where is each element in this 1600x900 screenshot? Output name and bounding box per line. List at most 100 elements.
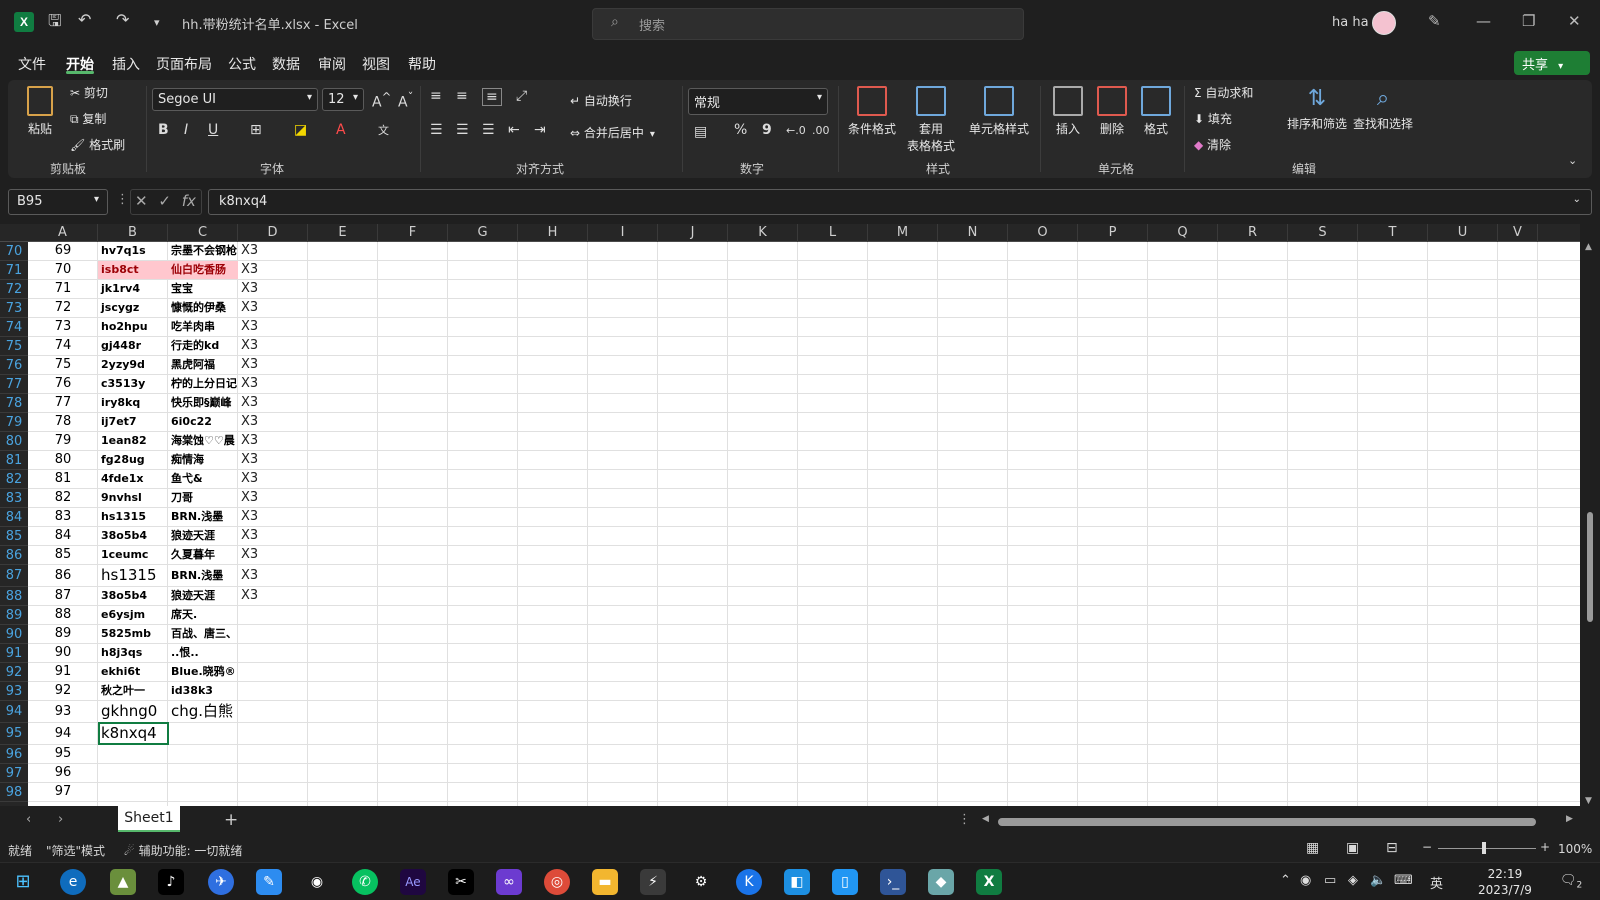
cell[interactable]: BRN.浅墨	[168, 508, 238, 526]
pen-icon[interactable]: ✎	[1428, 12, 1441, 30]
cell[interactable]: 85	[28, 546, 98, 564]
align-bottom-icon[interactable]: ≡	[482, 88, 502, 106]
tab-review[interactable]: 审阅	[318, 54, 346, 74]
cell[interactable]: 4fde1x	[98, 470, 168, 488]
save-icon[interactable]: 🖫	[48, 10, 62, 37]
windows-start-icon[interactable]: ⊞	[10, 869, 36, 895]
cell[interactable]: X3	[238, 299, 308, 317]
row-header[interactable]: 72	[0, 280, 28, 299]
cell[interactable]: 宗墨不会钢枪	[168, 242, 238, 260]
insert-function-button[interactable]: fx	[182, 192, 196, 210]
cell[interactable]	[168, 723, 238, 744]
cell[interactable]: 久夏暮年	[168, 546, 238, 564]
align-center-icon[interactable]: ☰	[456, 122, 469, 138]
row-header[interactable]: 87	[0, 565, 28, 587]
cell[interactable]: 92	[28, 682, 98, 700]
column-header-u[interactable]: U	[1428, 224, 1498, 242]
cell[interactable]: 柠的上分日记	[168, 375, 238, 393]
cell[interactable]: fg28ug	[98, 451, 168, 469]
borders-icon[interactable]: ⊞	[250, 122, 262, 138]
zoom-out-icon[interactable]: −	[1422, 840, 1432, 854]
undo-icon[interactable]: ↶	[78, 10, 91, 29]
cell[interactable]: e6ysjm	[98, 606, 168, 624]
page-break-view-icon[interactable]: ⊟	[1386, 840, 1398, 856]
cell[interactable]	[238, 663, 308, 681]
row-header[interactable]: 85	[0, 527, 28, 546]
zoom-level[interactable]: 100%	[1558, 842, 1592, 856]
cell[interactable]: 73	[28, 318, 98, 336]
cell[interactable]: c3513y	[98, 375, 168, 393]
cell[interactable]	[98, 764, 168, 782]
status-accessibility[interactable]: ☄ 辅助功能: 一切就绪	[124, 842, 242, 859]
increase-font-icon[interactable]: A^	[372, 90, 391, 111]
insert-cells-button[interactable]: 插入	[1048, 86, 1088, 137]
cell[interactable]: 5825mb	[98, 625, 168, 643]
zoom-in-icon[interactable]: +	[1540, 840, 1550, 854]
more-icon[interactable]: ⋮	[958, 812, 971, 827]
cell[interactable]: 百战、唐三、	[168, 625, 238, 643]
percent-button[interactable]: %	[734, 122, 747, 138]
row-header[interactable]: 79	[0, 413, 28, 432]
cell[interactable]: 78	[28, 413, 98, 431]
cell[interactable]: Blue.晓鸦®	[168, 663, 238, 681]
row-header[interactable]: 94	[0, 701, 28, 723]
cell[interactable]: X3	[238, 413, 308, 431]
cell[interactable]: chg.白熊	[168, 701, 238, 722]
cell[interactable]: h8j3qs	[98, 644, 168, 662]
todo-icon[interactable]: ◧	[784, 869, 810, 895]
qq-tray-icon[interactable]: ◉	[1300, 873, 1311, 888]
column-header-v[interactable]: V	[1498, 224, 1538, 242]
add-sheet-icon[interactable]: +	[224, 810, 238, 830]
volume-icon[interactable]: 🔈	[1370, 873, 1386, 888]
row-header[interactable]: 86	[0, 546, 28, 565]
cell[interactable]: 70	[28, 261, 98, 279]
cell[interactable]: 74	[28, 337, 98, 355]
column-header-h[interactable]: H	[518, 224, 588, 242]
cell[interactable]: gj448r	[98, 337, 168, 355]
visual-studio-icon[interactable]: ∞	[496, 869, 522, 895]
excel-taskbar-icon[interactable]: X	[976, 869, 1002, 895]
cell[interactable]	[238, 682, 308, 700]
align-left-icon[interactable]: ☰	[430, 122, 443, 138]
horizontal-scroll-thumb[interactable]	[998, 818, 1536, 826]
font-name-select[interactable]: Segoe UI ▾	[152, 88, 318, 111]
row-header[interactable]: 95	[0, 723, 28, 745]
notification-icon[interactable]: 🗨2	[1560, 873, 1582, 891]
cell[interactable]	[168, 783, 238, 801]
column-header-t[interactable]: T	[1358, 224, 1428, 242]
wechat-icon[interactable]: ✆	[352, 869, 378, 895]
after-effects-icon[interactable]: Ae	[400, 869, 426, 895]
cell[interactable]: 72	[28, 299, 98, 317]
column-header-b[interactable]: B	[98, 224, 168, 242]
underline-button[interactable]: U	[208, 122, 218, 138]
column-header-a[interactable]: A	[28, 224, 98, 242]
active-app-icon[interactable]: ⚡	[640, 869, 666, 895]
conditional-format-button[interactable]: 条件格式	[844, 86, 900, 137]
cell[interactable]	[238, 723, 308, 744]
prev-sheet-icon[interactable]: ‹	[26, 812, 31, 827]
cell[interactable]: ..恨..	[168, 644, 238, 662]
cell[interactable]: 76	[28, 375, 98, 393]
cell[interactable]: 海棠蚀♡♡晨	[168, 432, 238, 450]
cell[interactable]: jscygz	[98, 299, 168, 317]
cell[interactable]	[238, 606, 308, 624]
wrap-text-button[interactable]: ↵ 自动换行	[570, 92, 632, 109]
row-header[interactable]: 92	[0, 663, 28, 682]
powershell-icon[interactable]: ›_	[880, 869, 906, 895]
chrome-icon[interactable]: ◎	[544, 869, 570, 895]
fill-color-icon[interactable]: ◪	[294, 122, 307, 138]
tiktok-icon[interactable]: ♪	[158, 869, 184, 895]
autosum-button[interactable]: Σ 自动求和	[1194, 84, 1253, 101]
cell[interactable]	[168, 764, 238, 782]
pen-app-icon[interactable]: ✎	[256, 869, 282, 895]
cell[interactable]: 9nvhsl	[98, 489, 168, 507]
notes-icon[interactable]: ◆	[928, 869, 954, 895]
cell[interactable]: 77	[28, 394, 98, 412]
cell[interactable]: hv7q1s	[98, 242, 168, 260]
tab-data[interactable]: 数据	[272, 54, 300, 74]
tab-view[interactable]: 视图	[362, 54, 390, 74]
merge-center-button[interactable]: ⇔ 合并后居中 ▾	[570, 124, 655, 141]
delete-cells-button[interactable]: 删除	[1092, 86, 1132, 137]
close-icon[interactable]: ✕	[1568, 12, 1581, 30]
security-icon[interactable]: ◈	[1348, 873, 1358, 888]
